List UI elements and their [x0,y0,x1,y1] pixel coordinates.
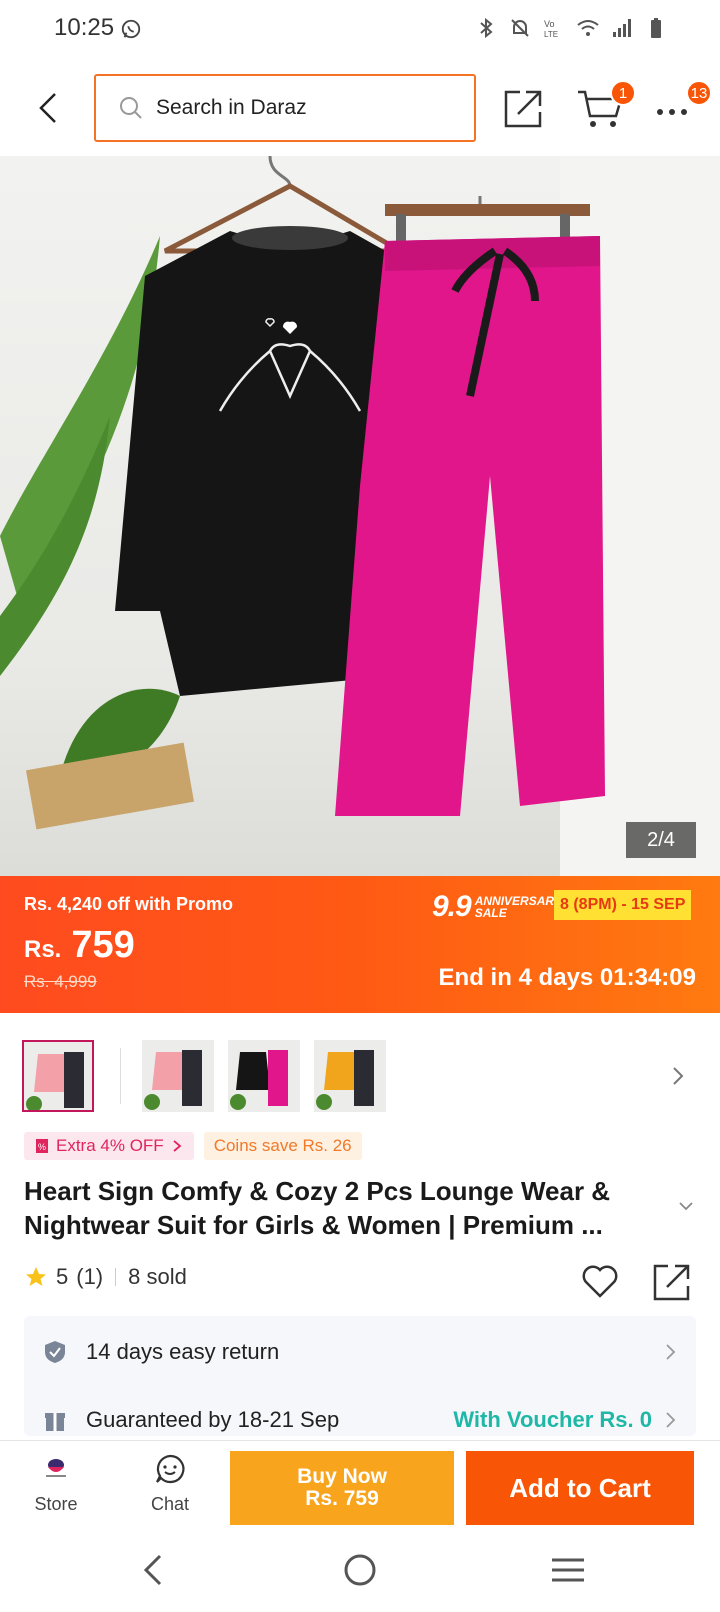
thumb-separator [120,1048,121,1104]
thumb-image [24,1042,92,1110]
chevron-right-icon[interactable] [666,1062,690,1090]
service-info-box: 14 days easy return Guaranteed by 18-21 … [24,1316,696,1436]
coins-tag[interactable]: Coins save Rs. 26 [203,1132,362,1160]
sold-count: 8 sold [128,1264,187,1289]
buy-now-price: Rs. 759 [305,1487,379,1510]
promo-banner: Rs. 4,240 off with Promo Rs. 759 Rs. 4,9… [0,876,720,1013]
back-button[interactable] [28,88,68,128]
thumb-image [228,1040,300,1112]
variant-thumb-pink[interactable] [22,1040,94,1112]
svg-text:Vo: Vo [544,19,555,29]
signal-icon [613,19,631,37]
product-title: Heart Sign Comfy & Cozy 2 Pcs Lounge Wea… [24,1176,611,1240]
star-icon [26,1267,46,1286]
chat-icon [156,1454,185,1484]
promo-discount-text: Rs. 4,240 off with Promo [24,894,234,914]
anniversary-sale-logo: 9.9 ANNIVERSARY SALE [432,890,562,924]
chevron-right-icon [666,1344,676,1360]
original-price: Rs. 4,999 [24,972,97,991]
chevron-right-icon [666,1412,676,1428]
chevron-down-icon[interactable] [676,1196,696,1216]
mute-icon [511,19,529,37]
whatsapp-icon [121,19,141,39]
divider [115,1268,117,1286]
system-home-icon[interactable] [340,1550,380,1590]
price-currency: Rs. [24,936,62,963]
thumb-image [142,1040,214,1112]
voucher-text: With Voucher Rs. 0 [453,1407,652,1432]
status-time: 10:25 [54,14,115,41]
delivery-text: Guaranteed by 18-21 Sep [86,1407,340,1432]
svg-text:LTE: LTE [544,30,558,39]
store-button[interactable]: Store [20,1453,92,1519]
rating-row[interactable]: 5 (1) 8 sold [24,1264,187,1290]
current-price: Rs. 759 [24,924,135,967]
product-image [0,156,720,876]
svg-text:%: % [38,1142,46,1152]
search-placeholder: Search in Daraz [156,96,307,119]
variant-thumbnails [0,1040,720,1114]
buy-now-button[interactable]: Buy Now Rs. 759 [230,1451,454,1525]
battery-icon [651,18,661,38]
countdown-timer: End in 4 days 01:34:09 [438,964,696,991]
product-image-gallery[interactable]: 2/4 [0,156,720,876]
heart-icon[interactable] [580,1262,620,1300]
sale-number: 9.9 [432,890,472,923]
wifi-icon [577,20,599,36]
thumb-image [314,1040,386,1112]
system-menu-icon[interactable] [548,1550,588,1590]
chat-label: Chat [150,1494,190,1514]
add-to-cart-button[interactable]: Add to Cart [466,1451,694,1525]
status-icons: Vo LTE [474,16,668,40]
image-counter: 2/4 [626,822,696,858]
variant-thumb-yellow[interactable] [314,1040,386,1112]
system-back-icon[interactable] [134,1550,174,1590]
return-policy-text: 14 days easy return [86,1339,280,1364]
share-icon[interactable] [502,86,546,130]
buy-now-label: Buy Now [297,1465,387,1488]
price-amount: 759 [71,924,135,966]
rating-value: 5 [56,1264,69,1289]
top-header: Search in Daraz 1 13 [0,60,720,156]
shield-check-icon [45,1341,65,1363]
store-logo-icon [46,1459,66,1477]
voucher-icon: % [36,1139,48,1153]
notification-count-badge: 13 [686,80,712,106]
volte-icon: VoLTE [544,19,558,39]
variant-thumb-black-pink[interactable] [228,1040,300,1112]
chevron-right-icon [173,1140,182,1152]
review-count: (1) [76,1264,104,1289]
sale-word-2: SALE [474,906,507,920]
chat-button[interactable]: Chat [134,1453,206,1519]
cart-count-badge: 1 [610,80,636,106]
search-icon [120,97,142,119]
search-input[interactable]: Search in Daraz [94,74,476,142]
extra-off-tag[interactable]: % Extra 4% OFF [24,1132,194,1160]
status-bar: 10:25 Vo LTE [0,0,720,60]
bluetooth-icon [480,17,493,39]
return-policy-row[interactable]: 14 days easy return [24,1320,696,1384]
variant-thumb-pink-2[interactable] [142,1040,214,1112]
sale-dates-badge: 8 (8PM) - 15 SEP [554,890,692,920]
gift-icon [45,1413,65,1431]
system-navigation-bar [0,1528,720,1612]
share-icon[interactable] [652,1262,692,1302]
promo-tags: % Extra 4% OFF Coins save Rs. 26 [24,1132,362,1160]
back-arrow-icon [39,93,56,123]
extra-off-label: Extra 4% OFF [56,1136,164,1155]
store-label: Store [34,1494,78,1514]
bottom-action-bar: Store Chat Buy Now Rs. 759 Add to Cart [0,1440,720,1528]
